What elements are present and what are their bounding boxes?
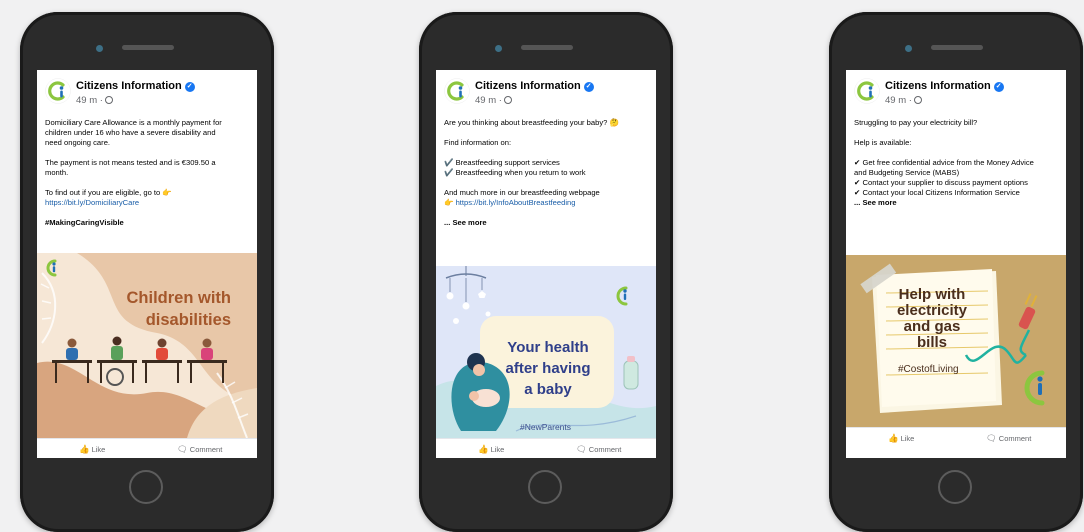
camera-dot [905, 45, 912, 52]
home-button[interactable] [528, 470, 562, 504]
checklist-item: Breastfeeding support services [455, 158, 560, 167]
post-text: Struggling to pay your electricity bill?… [854, 118, 1041, 218]
page-name[interactable]: Citizens Information ✓ [885, 80, 1004, 92]
image-hashtag: #CostofLiving [898, 364, 959, 375]
camera-dot [96, 45, 103, 52]
post-timestamp[interactable]: 49 m · [76, 95, 113, 106]
pointing-hand-icon: 👉 [444, 198, 456, 207]
comment-button[interactable]: 🗨 Comment [576, 444, 621, 455]
post-paragraph: The payment is not means tested and is €… [45, 158, 216, 177]
citizens-information-logo-icon[interactable] [45, 78, 71, 104]
thumbs-up-icon: 👍 [478, 444, 489, 454]
comment-button[interactable]: 🗨 Comment [986, 433, 1031, 444]
globe-icon [503, 96, 512, 104]
image-hashtag: #NewParents [520, 422, 572, 432]
home-button[interactable] [129, 470, 163, 504]
page-name[interactable]: Citizens Information ✓ [475, 80, 594, 92]
page-name[interactable]: Citizens Information ✓ [76, 80, 195, 92]
image-title-line: bills [916, 334, 947, 351]
comment-bubble-icon: 🗨 [177, 444, 188, 454]
checkmark-icon: ✔️ [444, 168, 456, 177]
speaker-grille [521, 45, 573, 50]
checklist-item: Contact your local Citizens Information … [862, 188, 1020, 197]
post-hashtag[interactable]: #MakingCaringVisible [45, 218, 232, 228]
image-title-line: Help with [898, 286, 966, 303]
citizens-information-logo-icon[interactable] [854, 78, 880, 104]
post-paragraph: Struggling to pay your electricity bill? [854, 118, 978, 127]
image-title-line: electricity [896, 302, 968, 319]
home-button[interactable] [938, 470, 972, 504]
comment-bubble-icon: 🗨 [986, 433, 997, 443]
like-button[interactable]: 👍 Like [79, 444, 105, 455]
thumbs-up-icon: 👍 [79, 444, 90, 454]
checklist-item: Breastfeeding when you return to work [455, 168, 586, 177]
action-bar: 👍 Like 🗨 Comment [37, 438, 257, 458]
image-title-line: and gas [903, 318, 961, 335]
camera-dot [495, 45, 502, 52]
post-timestamp[interactable]: 49 m · [885, 95, 922, 106]
verified-badge-icon: ✓ [583, 82, 594, 92]
verified-badge-icon: ✓ [993, 82, 1004, 92]
post-paragraph: Are you thinking about breastfeeding you… [444, 118, 619, 127]
checklist-item: Get free confidential advice from the Mo… [854, 158, 1034, 177]
like-button[interactable]: 👍 Like [888, 433, 914, 444]
phone-3: Citizens Information ✓ 49 m · Struggling … [829, 12, 1083, 532]
phone-3-screen: Citizens Information ✓ 49 m · Struggling … [846, 70, 1066, 458]
image-title-line: Your health [507, 339, 589, 356]
post-header: Citizens Information ✓ 49 m · [37, 70, 257, 114]
image-title-line: after having [505, 360, 591, 377]
globe-icon [913, 96, 922, 104]
globe-icon [104, 96, 113, 104]
post-paragraph: To find out if you are eligible, go to 👉… [45, 188, 172, 207]
image-title: Your health after having a baby [484, 337, 612, 400]
action-bar: 👍 Like 🗨 Comment [846, 427, 1066, 448]
see-more-link[interactable]: ... See more [444, 218, 631, 228]
post-text: Are you thinking about breastfeeding you… [444, 118, 631, 238]
post-image[interactable]: Your health after having a baby #NewPare… [436, 266, 656, 438]
image-title: Help with electricity and gas bills [882, 287, 982, 351]
post-image[interactable]: Help with electricity and gas bills #Cos… [846, 255, 1066, 427]
post-timestamp[interactable]: 49 m · [475, 95, 512, 106]
post-paragraph: And much more in our breastfeeding webpa… [444, 188, 600, 207]
post-header: Citizens Information ✓ 49 m · [846, 70, 1066, 114]
checkmark-icon: ✔️ [444, 158, 456, 167]
image-title: Children with disabilities [127, 287, 232, 331]
post-paragraph: Find information on: [444, 138, 512, 147]
image-title-line: disabilities [145, 311, 231, 329]
action-bar: 👍 Like 🗨 Comment [436, 438, 656, 458]
comment-button[interactable]: 🗨 Comment [177, 444, 222, 455]
checklist-item: Contact your supplier to discuss payment… [862, 178, 1028, 187]
phone-2-screen: Citizens Information ✓ 49 m · Are you thi… [436, 70, 656, 458]
post-link[interactable]: https://bit.ly/InfoAboutBreastfeeding [456, 198, 576, 207]
like-button[interactable]: 👍 Like [478, 444, 504, 455]
image-title-line: Children with [126, 289, 232, 307]
post-header: Citizens Information ✓ 49 m · [436, 70, 656, 114]
phone-2: Citizens Information ✓ 49 m · Are you thi… [419, 12, 673, 532]
citizens-information-logo-icon[interactable] [444, 78, 470, 104]
comment-bubble-icon: 🗨 [576, 444, 587, 454]
thumbs-up-icon: 👍 [888, 433, 899, 443]
post-link[interactable]: https://bit.ly/DomiciliaryCare [45, 198, 139, 207]
verified-badge-icon: ✓ [184, 82, 195, 92]
speaker-grille [931, 45, 983, 50]
checklist: ✔ Get free confidential advice from the … [854, 158, 1041, 198]
image-title-line: a baby [524, 381, 572, 398]
children-with-disabilities-illustration [37, 253, 257, 439]
post-paragraph: Domiciliary Care Allowance is a monthly … [45, 118, 222, 147]
checklist: ✔️ Breastfeeding support services ✔️ Bre… [444, 158, 631, 178]
phone-1: Citizens Information ✓ 49 m · Domiciliary… [20, 12, 274, 532]
post-text: Domiciliary Care Allowance is a monthly … [45, 118, 232, 238]
see-more-link[interactable]: ... See more [854, 198, 1041, 208]
phone-1-screen: Citizens Information ✓ 49 m · Domiciliary… [37, 70, 257, 458]
speaker-grille [122, 45, 174, 50]
post-paragraph: Help is available: [854, 138, 912, 147]
post-image[interactable]: Children with disabilities [37, 253, 257, 439]
